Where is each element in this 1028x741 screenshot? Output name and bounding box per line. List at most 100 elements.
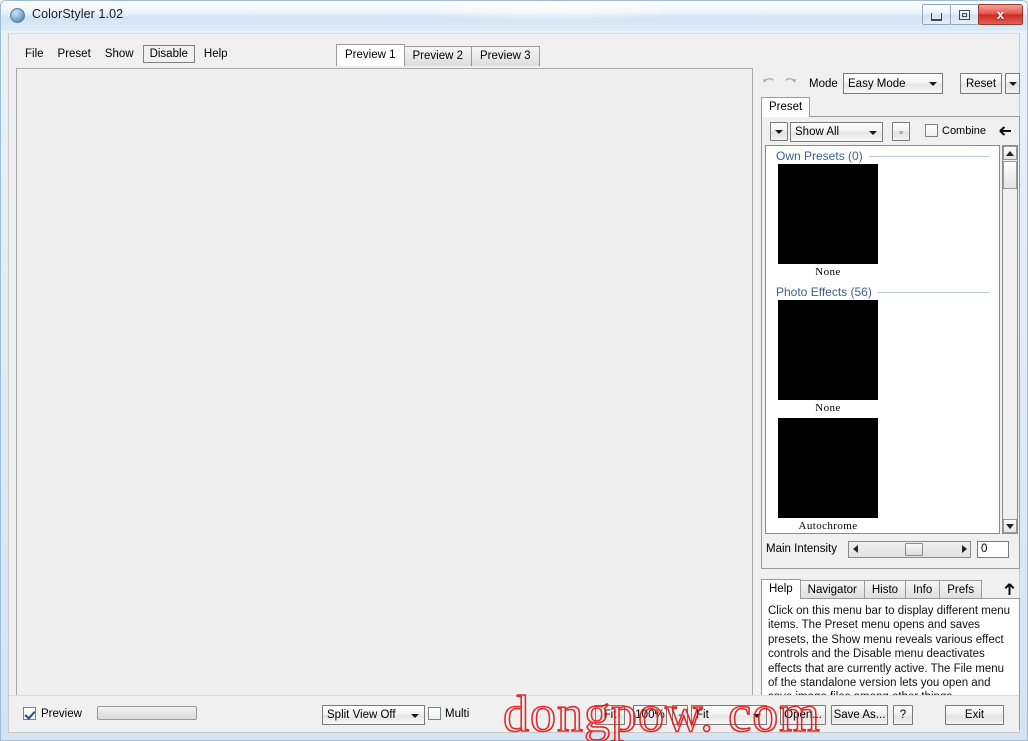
- preview-tabs: Preview 1 Preview 2 Preview 3: [336, 44, 539, 66]
- preset-panel: Preset Show All ▫ Combine: [761, 97, 1020, 569]
- preview-label: Preview: [41, 708, 82, 720]
- open-button[interactable]: Open...: [780, 705, 826, 725]
- tab-preset[interactable]: Preset: [761, 97, 810, 117]
- reset-button[interactable]: Reset: [960, 73, 1002, 94]
- split-view-value: Split View Off: [327, 709, 396, 721]
- zoom-100-button[interactable]: 100%: [633, 705, 667, 725]
- tab-prefs[interactable]: Prefs: [939, 580, 982, 599]
- combine-label: Combine: [942, 125, 986, 137]
- window-title: ColorStyler 1.02: [32, 7, 123, 21]
- tab-navigator[interactable]: Navigator: [800, 580, 865, 599]
- split-view-dropdown[interactable]: Split View Off: [322, 705, 425, 725]
- chevron-down-icon: [775, 130, 783, 134]
- preset-thumb-grid: None: [766, 164, 999, 282]
- slider-increase-button[interactable]: [958, 542, 970, 557]
- preset-swatch[interactable]: [778, 418, 878, 518]
- main-intensity-row: Main Intensity 0: [764, 538, 1017, 560]
- preset-section-title: Photo Effects (56): [776, 285, 872, 299]
- mode-dropdown-value: Easy Mode: [848, 78, 906, 90]
- tab-help[interactable]: Help: [761, 579, 801, 599]
- zoom-out-button[interactable]: -: [672, 705, 688, 725]
- title-glow: [401, 1, 701, 23]
- main-intensity-value-input[interactable]: 0: [977, 541, 1009, 558]
- preview-checkbox-box: [23, 707, 36, 720]
- preset-item[interactable]: Autochrome: [778, 418, 890, 532]
- scrollbar-thumb[interactable]: [1003, 161, 1017, 189]
- progress-bar: [97, 706, 197, 720]
- preview-checkbox[interactable]: Preview: [23, 707, 82, 720]
- window-controls: x: [923, 4, 1023, 25]
- arrow-left-icon[interactable]: [998, 123, 1014, 139]
- save-as-button[interactable]: Save As...: [831, 705, 888, 725]
- fit-button[interactable]: Fit: [595, 705, 625, 725]
- preset-filter-value: Show All: [795, 126, 839, 138]
- tab-histo[interactable]: Histo: [864, 580, 906, 599]
- slider-knob[interactable]: [905, 543, 923, 556]
- preset-item[interactable]: None: [778, 300, 890, 414]
- mode-dropdown[interactable]: Easy Mode: [843, 73, 943, 94]
- main-intensity-slider[interactable]: [848, 541, 971, 558]
- maximize-button[interactable]: [950, 4, 979, 25]
- preset-section-title: Own Presets (0): [776, 149, 863, 163]
- combine-checkbox[interactable]: Combine: [925, 124, 986, 137]
- menu-bar: File Preset Show Disable Help: [18, 45, 235, 63]
- preset-list[interactable]: Own Presets (0) None Photo Effects (56): [765, 145, 1000, 534]
- close-button[interactable]: x: [978, 4, 1023, 25]
- menu-item-disable[interactable]: Disable: [143, 45, 195, 63]
- triangle-right-icon: [962, 545, 967, 553]
- tab-info[interactable]: Info: [905, 580, 940, 599]
- slider-track[interactable]: [861, 542, 958, 557]
- redo-arrow-icon[interactable]: [783, 75, 798, 91]
- tab-preview-1[interactable]: Preview 1: [336, 44, 405, 66]
- preset-list-scrollbar[interactable]: [1002, 145, 1018, 534]
- menu-item-preset[interactable]: Preset: [51, 46, 98, 62]
- triangle-down-icon: [1006, 524, 1014, 529]
- scroll-up-button[interactable]: [1003, 146, 1017, 160]
- combine-checkbox-box: [925, 124, 938, 137]
- reset-dropdown-button[interactable]: [1005, 73, 1020, 94]
- multi-checkbox-box: [428, 707, 441, 720]
- minimize-button[interactable]: [922, 4, 951, 25]
- preset-section-header: Own Presets (0): [766, 146, 999, 164]
- preset-item[interactable]: None: [778, 164, 890, 278]
- chevron-down-icon: [869, 131, 877, 135]
- slider-decrease-button[interactable]: [849, 542, 861, 557]
- preset-filter-dropdown[interactable]: Show All: [790, 122, 883, 142]
- arrow-up-icon[interactable]: [1001, 581, 1017, 597]
- preset-label: None: [778, 400, 878, 414]
- preset-tabstrip: Preset: [761, 97, 809, 117]
- exit-button[interactable]: Exit: [945, 705, 1004, 725]
- chevron-down-icon: [929, 82, 937, 86]
- image-canvas[interactable]: [16, 68, 753, 730]
- minimize-icon: [931, 13, 942, 21]
- image-canvas-surface[interactable]: [17, 69, 752, 729]
- help-text: Click on this menu bar to display differ…: [762, 599, 1019, 710]
- help-tabstrip: Help Navigator Histo Info Prefs: [761, 579, 981, 599]
- preset-swatch[interactable]: [778, 164, 878, 264]
- maximize-icon: [959, 10, 970, 20]
- preset-thumbnail-size-button[interactable]: ▫: [892, 122, 910, 141]
- tab-preview-3[interactable]: Preview 3: [471, 46, 540, 66]
- tab-preview-2[interactable]: Preview 2: [404, 46, 473, 66]
- preset-menu-button[interactable]: [770, 122, 788, 141]
- section-divider: [869, 156, 989, 157]
- preset-section-header: Photo Effects (56): [766, 282, 999, 300]
- zoom-level-value: Fit: [696, 709, 709, 721]
- chevron-down-icon: [1009, 82, 1017, 86]
- chevron-down-icon: [753, 714, 761, 718]
- undo-arrow-icon[interactable]: [761, 75, 776, 91]
- menu-item-show[interactable]: Show: [98, 46, 141, 62]
- menu-item-file[interactable]: File: [18, 46, 51, 62]
- preset-thumb-grid: None Autochrome: [766, 300, 999, 534]
- app-circle-icon: [10, 8, 25, 23]
- close-icon: x: [997, 7, 1004, 22]
- help-button[interactable]: ?: [893, 705, 913, 725]
- application-window: ColorStyler 1.02 x File Preset Show Disa…: [0, 0, 1028, 741]
- multi-checkbox[interactable]: Multi: [428, 707, 469, 720]
- preset-label: Autochrome: [778, 518, 878, 532]
- preset-swatch[interactable]: [778, 300, 878, 400]
- scroll-down-button[interactable]: [1003, 519, 1017, 533]
- zoom-level-dropdown[interactable]: Fit: [691, 705, 767, 725]
- menu-item-help[interactable]: Help: [197, 46, 235, 62]
- triangle-left-icon: [853, 545, 858, 553]
